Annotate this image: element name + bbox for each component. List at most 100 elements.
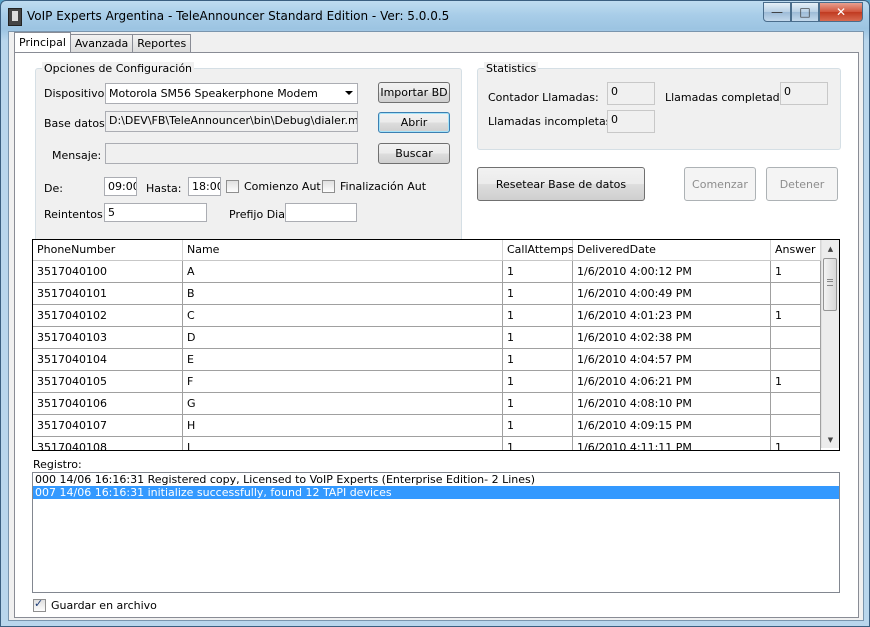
reintentos-field[interactable]: 5 [104, 203, 207, 222]
cell-phonenumber[interactable]: 3517040106 [33, 393, 183, 414]
table-row[interactable]: 3517040105 F 1 1/6/2010 4:06:21 PM 1 [33, 371, 821, 393]
maximize-button[interactable]: □ [791, 2, 819, 22]
cell-name[interactable]: D [183, 327, 503, 348]
cell-phonenumber[interactable]: 3517040103 [33, 327, 183, 348]
abrir-button[interactable]: Abrir [378, 112, 450, 133]
cell-phonenumber[interactable]: 3517040105 [33, 371, 183, 392]
cell-phonenumber[interactable]: 3517040108 [33, 437, 183, 450]
checkbox-checked-icon[interactable] [33, 597, 46, 612]
cell-delivereddate[interactable]: 1/6/2010 4:00:49 PM [573, 283, 771, 304]
cell-phonenumber[interactable]: 3517040107 [33, 415, 183, 436]
log-line[interactable]: 007 14/06 16:16:31 initialize successful… [33, 486, 839, 499]
cell-name[interactable]: A [183, 261, 503, 282]
app-icon[interactable] [8, 8, 22, 26]
prefijo-dial-label: Prefijo Dial: [229, 208, 292, 221]
config-group: Opciones de Configuración Dispositivo: M… [35, 62, 462, 242]
title-bar[interactable]: VoIP Experts Argentina - TeleAnnouncer S… [1, 1, 869, 31]
cell-phonenumber[interactable]: 3517040101 [33, 283, 183, 304]
cell-answer[interactable]: 1 [771, 371, 821, 392]
table-row[interactable]: 3517040104 E 1 1/6/2010 4:04:57 PM [33, 349, 821, 371]
cell-name[interactable]: F [183, 371, 503, 392]
cell-callattemps[interactable]: 1 [503, 305, 573, 326]
column-header-callattemps[interactable]: CallAttemps [503, 240, 574, 260]
window-title: VoIP Experts Argentina - TeleAnnouncer S… [27, 9, 450, 23]
column-header-answer[interactable]: Answer [771, 240, 821, 260]
mensaje-field[interactable] [105, 143, 358, 164]
cell-delivereddate[interactable]: 1/6/2010 4:06:21 PM [573, 371, 771, 392]
column-header-phonenumber[interactable]: PhoneNumber [33, 240, 183, 260]
cell-answer[interactable]: 1 [771, 305, 821, 326]
cell-phonenumber[interactable]: 3517040102 [33, 305, 183, 326]
cell-delivereddate[interactable]: 1/6/2010 4:02:38 PM [573, 327, 771, 348]
cell-answer[interactable]: 1 [771, 437, 821, 450]
cell-callattemps[interactable]: 1 [503, 327, 573, 348]
cell-callattemps[interactable]: 1 [503, 349, 573, 370]
grid-vertical-scrollbar[interactable]: ▲ ▼ [821, 240, 839, 448]
cell-name[interactable]: E [183, 349, 503, 370]
cell-callattemps[interactable]: 1 [503, 283, 573, 304]
cell-answer[interactable]: 1 [771, 261, 821, 282]
cell-phonenumber[interactable]: 3517040104 [33, 349, 183, 370]
cell-answer[interactable] [771, 415, 821, 436]
cell-callattemps[interactable]: 1 [503, 437, 573, 450]
guardar-en-archivo-checkbox[interactable]: Guardar en archivo [33, 597, 157, 612]
cell-callattemps[interactable]: 1 [503, 393, 573, 414]
log-line[interactable]: 000 14/06 16:16:31 Registered copy, Lice… [33, 473, 839, 486]
table-row[interactable]: 3517040101 B 1 1/6/2010 4:00:49 PM [33, 283, 821, 305]
minimize-button[interactable]: — [763, 2, 791, 22]
tab-reportes[interactable]: Reportes [132, 34, 192, 52]
cell-callattemps[interactable]: 1 [503, 415, 573, 436]
comenzar-button[interactable]: Comenzar [684, 167, 756, 201]
cell-answer[interactable] [771, 393, 821, 414]
checkbox-icon[interactable] [226, 180, 239, 193]
tab-principal[interactable]: Principal [14, 32, 71, 52]
dispositivo-select[interactable]: Motorola SM56 Speakerphone Modem [105, 83, 358, 104]
cell-callattemps[interactable]: 1 [503, 261, 573, 282]
cell-name[interactable]: H [183, 415, 503, 436]
cell-name[interactable]: B [183, 283, 503, 304]
hasta-label: Hasta: [146, 182, 182, 195]
cell-callattemps[interactable]: 1 [503, 371, 573, 392]
cell-name[interactable]: C [183, 305, 503, 326]
table-row[interactable]: 3517040108 I 1 1/6/2010 4:11:11 PM 1 [33, 437, 821, 450]
table-row[interactable]: 3517040106 G 1 1/6/2010 4:08:10 PM [33, 393, 821, 415]
scroll-up-icon[interactable]: ▲ [822, 240, 839, 257]
cell-delivereddate[interactable]: 1/6/2010 4:00:12 PM [573, 261, 771, 282]
cell-delivereddate[interactable]: 1/6/2010 4:08:10 PM [573, 393, 771, 414]
column-header-delivereddate[interactable]: DeliveredDate [573, 240, 771, 260]
cell-delivereddate[interactable]: 1/6/2010 4:11:11 PM [573, 437, 771, 450]
table-row[interactable]: 3517040100 A 1 1/6/2010 4:00:12 PM 1 [33, 261, 821, 283]
cell-answer[interactable] [771, 349, 821, 370]
importar-bd-button[interactable]: Importar BD [378, 82, 450, 103]
cell-delivereddate[interactable]: 1/6/2010 4:04:57 PM [573, 349, 771, 370]
comienzo-aut-checkbox[interactable]: Comienzo Aut [226, 180, 321, 193]
finalizacion-aut-checkbox[interactable]: Finalización Aut [322, 180, 426, 193]
table-row[interactable]: 3517040107 H 1 1/6/2010 4:09:15 PM [33, 415, 821, 437]
llamadas-completadas-value: 0 [780, 82, 828, 105]
cell-name[interactable]: G [183, 393, 503, 414]
table-row[interactable]: 3517040102 C 1 1/6/2010 4:01:23 PM 1 [33, 305, 821, 327]
de-time-field[interactable]: 09:00 [104, 177, 137, 196]
column-header-name[interactable]: Name [183, 240, 503, 260]
tab-avanzada[interactable]: Avanzada [69, 34, 134, 52]
cell-name[interactable]: I [183, 437, 503, 450]
cell-delivereddate[interactable]: 1/6/2010 4:09:15 PM [573, 415, 771, 436]
cell-answer[interactable] [771, 327, 821, 348]
close-button[interactable]: ✕ [819, 2, 863, 22]
resetear-base-datos-button[interactable]: Resetear Base de datos [477, 167, 645, 201]
detener-button[interactable]: Detener [766, 167, 838, 201]
cell-phonenumber[interactable]: 3517040100 [33, 261, 183, 282]
scroll-down-icon[interactable]: ▼ [822, 431, 839, 448]
registro-log-list[interactable]: 000 14/06 16:16:31 Registered copy, Lice… [32, 472, 840, 593]
buscar-button[interactable]: Buscar [378, 143, 450, 164]
calls-data-grid[interactable]: PhoneNumber Name CallAttemps DeliveredDa… [32, 239, 840, 451]
chevron-down-icon[interactable] [345, 91, 353, 95]
base-datos-field[interactable]: D:\DEV\FB\TeleAnnouncer\bin\Debug\dialer… [105, 111, 358, 132]
hasta-time-field[interactable]: 18:00 [188, 177, 221, 196]
cell-answer[interactable] [771, 283, 821, 304]
table-row[interactable]: 3517040103 D 1 1/6/2010 4:02:38 PM [33, 327, 821, 349]
cell-delivereddate[interactable]: 1/6/2010 4:01:23 PM [573, 305, 771, 326]
prefijo-dial-field[interactable] [285, 203, 357, 222]
scroll-thumb[interactable] [823, 258, 837, 311]
checkbox-icon[interactable] [322, 180, 335, 193]
